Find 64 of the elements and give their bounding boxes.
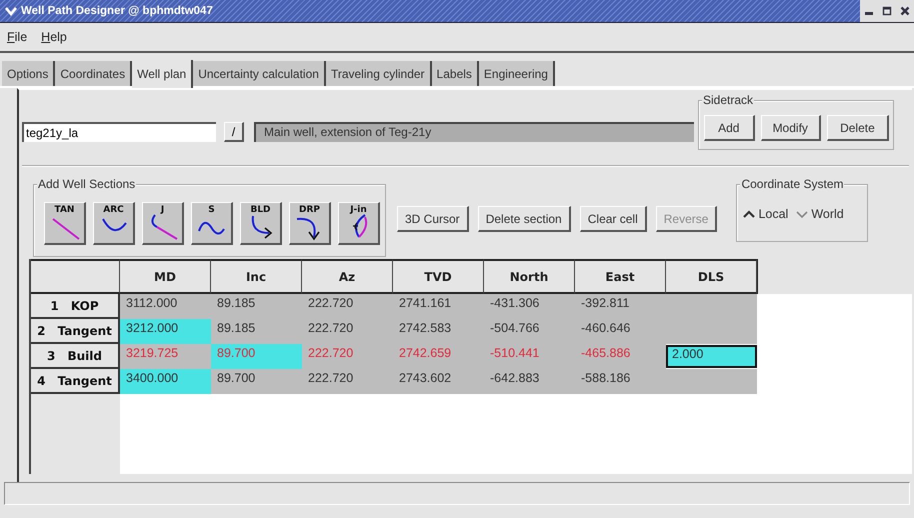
table-cell[interactable]: 2741.161: [393, 294, 484, 319]
table-cell[interactable]: 3212.000: [120, 319, 211, 344]
action-button[interactable]: Delete section: [478, 206, 571, 232]
tab[interactable]: Traveling cylinder: [326, 61, 432, 86]
tab[interactable]: Coordinates: [55, 61, 132, 86]
table-cell[interactable]: -588.186: [575, 369, 666, 394]
table-cell[interactable]: 89.185: [211, 319, 302, 344]
window-title: Well Path Designer @ bphmdtw047: [21, 5, 213, 17]
tab[interactable]: Engineering: [478, 61, 555, 86]
section-button[interactable]: S: [191, 202, 233, 245]
radio-label[interactable]: World: [811, 207, 844, 221]
table-cell[interactable]: -431.306: [484, 294, 575, 319]
table-cell[interactable]: 2742.583: [393, 319, 484, 344]
table-cell[interactable]: 2.000: [666, 345, 757, 368]
table-cell[interactable]: -392.811: [575, 294, 666, 319]
table-cell[interactable]: 222.720: [302, 294, 393, 319]
column-header: East: [575, 259, 666, 294]
action-button[interactable]: Clear cell: [580, 206, 647, 232]
dropdown-button[interactable]: /: [224, 122, 244, 142]
table-cell[interactable]: 2743.602: [393, 369, 484, 394]
section-button[interactable]: J: [142, 202, 184, 245]
table-cell[interactable]: 3400.000: [120, 369, 211, 394]
table-cell[interactable]: -460.646: [575, 319, 666, 344]
column-header: TVD: [393, 259, 484, 294]
tab[interactable]: Options: [2, 61, 56, 86]
action-button[interactable]: 3D Cursor: [397, 206, 469, 232]
table-cell[interactable]: 222.720: [302, 319, 393, 344]
group-label: Add Well Sections: [37, 177, 136, 191]
group-label: Sidetrack: [702, 93, 754, 107]
sidetrack-button[interactable]: Delete: [826, 115, 890, 141]
row-header[interactable]: 4 Tangent: [31, 369, 120, 394]
radio-label[interactable]: Local: [758, 207, 788, 221]
table-cell[interactable]: -504.766: [484, 319, 575, 344]
chevron-down-icon: [4, 5, 18, 17]
section-button[interactable]: DRP: [289, 202, 331, 245]
column-header: MD: [120, 259, 211, 294]
column-header: North: [484, 259, 575, 294]
close-icon: [900, 6, 910, 16]
section-button[interactable]: J-in: [338, 202, 380, 245]
sidetrack-button[interactable]: Modify: [760, 115, 821, 141]
row-header[interactable]: 2 Tangent: [31, 319, 120, 344]
section-button[interactable]: ARC: [93, 202, 135, 245]
group-label: Coordinate System: [740, 177, 844, 191]
table-cell[interactable]: -642.883: [484, 369, 575, 394]
row-header[interactable]: 3 Build: [31, 344, 120, 369]
table-cell[interactable]: 89.185: [211, 294, 302, 319]
column-header: DLS: [666, 259, 757, 294]
description-field: Main well, extension of Teg-21y: [254, 122, 694, 142]
tab[interactable]: Well plan: [132, 60, 194, 88]
table-cell[interactable]: 222.720: [302, 369, 393, 394]
row-header[interactable]: 1 KOP: [31, 294, 120, 319]
tab[interactable]: Labels: [432, 61, 479, 86]
column-header: Az: [302, 259, 393, 294]
section-button[interactable]: TAN: [44, 202, 86, 245]
well-name-field[interactable]: teg21y_la: [22, 122, 216, 142]
tab[interactable]: Uncertainty calculation: [193, 61, 326, 86]
sidetrack-button[interactable]: Add: [704, 115, 755, 141]
menu-item[interactable]: Help: [41, 30, 67, 44]
table-cell[interactable]: 89.700: [211, 369, 302, 394]
column-header: Inc: [211, 259, 302, 294]
maximize-icon: [882, 6, 892, 16]
table-cell[interactable]: 3112.000: [120, 294, 211, 319]
section-button[interactable]: BLD: [240, 202, 282, 245]
menu-item[interactable]: File: [7, 30, 28, 44]
